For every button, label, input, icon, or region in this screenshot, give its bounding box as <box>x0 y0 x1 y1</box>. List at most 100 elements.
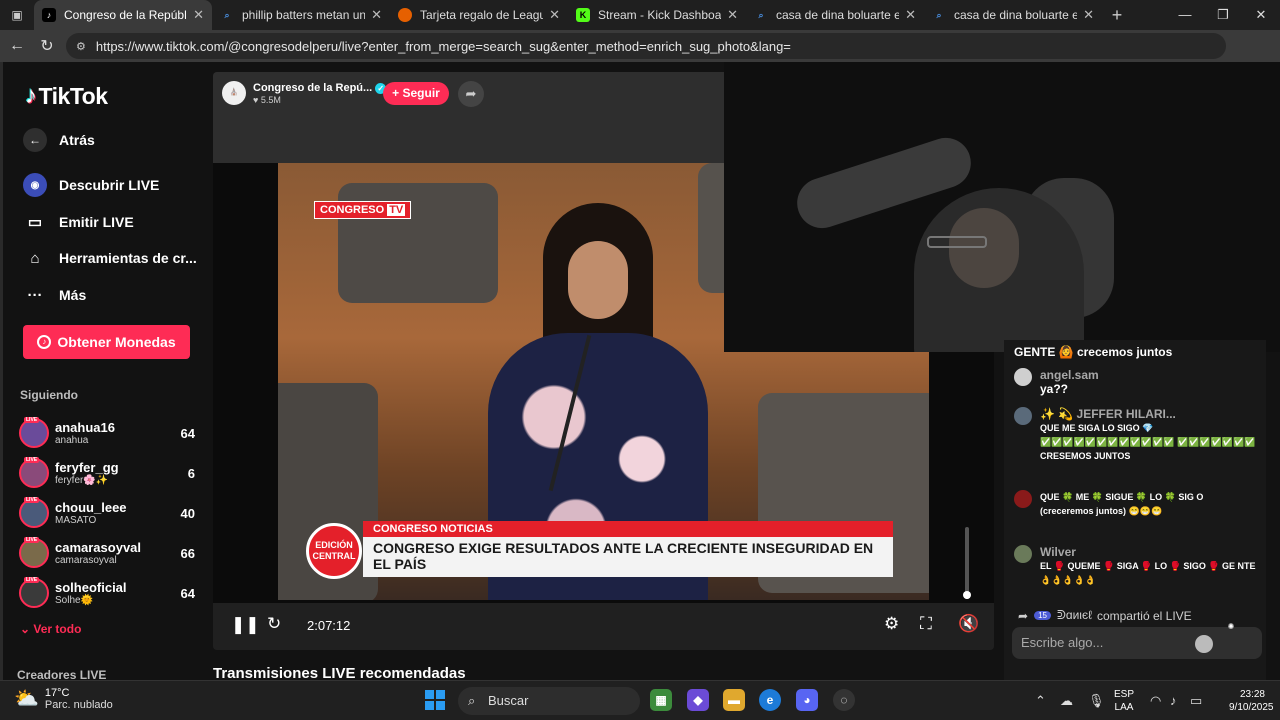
volume-handle[interactable] <box>963 591 971 599</box>
back-label: Atrás <box>59 132 95 148</box>
search-label: Buscar <box>488 693 529 708</box>
browser-toolbar: ← ↻ ⚙ https://www.tiktok.com/@congresode… <box>0 30 1280 62</box>
get-coins-button[interactable]: ♪ Obtener Monedas <box>23 325 190 359</box>
share-notice: ➦ 15 ᕲɑиιєℓ compartió el LIVE <box>1018 608 1192 623</box>
close-tab-icon[interactable]: ✕ <box>727 7 738 23</box>
gift-icon[interactable]: ✺ <box>1213 622 1249 650</box>
chat-user[interactable]: Wilver <box>1040 545 1256 559</box>
minecraft-icon[interactable]: ▦ <box>650 689 672 711</box>
clock-date: 9/10/2025 <box>1229 702 1274 713</box>
avatar[interactable] <box>1014 490 1032 508</box>
fullscreen-icon[interactable]: ⛶ <box>920 614 932 634</box>
minimize-icon[interactable]: — <box>1166 0 1204 30</box>
browser-tab[interactable]: ⌕ casa de dina boluarte en vivo ✕ <box>924 0 1102 30</box>
url-text: https://www.tiktok.com/@congresodelperu/… <box>95 38 791 54</box>
windows-taskbar: ⛅ 17°C Parc. nublado ⌕ Buscar ▦ ◆ ▬ e ◕ ◌ … <box>0 680 1280 720</box>
nav-creator-tools[interactable]: ⌂ Herramientas de cr... <box>23 246 197 270</box>
reload-icon[interactable]: ↻ <box>32 36 62 56</box>
microphone-icon[interactable]: 🎙 <box>1088 693 1105 709</box>
recommended-title: Transmisiones LIVE recomendadas <box>213 665 466 680</box>
see-all-link[interactable]: ⌄ Ver todo <box>20 622 81 636</box>
following-item[interactable]: LIVE feryfer_gg feryfer🌸✨ 6 <box>19 454 195 492</box>
tiktok-logo[interactable]: ♪ TikTok <box>25 82 108 110</box>
avatar: LIVE <box>19 577 49 608</box>
edge-icon[interactable]: e <box>759 689 781 711</box>
system-clock[interactable]: 23:28 9/10/2025 <box>1229 688 1274 714</box>
following-item[interactable]: LIVE camarasoyval camarasoyval 66 <box>19 534 195 572</box>
copilot-icon[interactable]: ◆ <box>687 689 709 711</box>
follow-button[interactable]: + Seguir <box>383 82 449 105</box>
taskbar-search[interactable]: ⌕ Buscar <box>458 687 640 715</box>
following-item[interactable]: LIVE anahua16 anahua 64 <box>19 414 195 452</box>
following-item[interactable]: LIVE solheoficial Solhe🌞 64 <box>19 574 195 612</box>
live-badge: LIVE <box>24 417 40 423</box>
back-button[interactable]: ← Atrás <box>23 128 95 152</box>
viewer-count: 66 <box>180 545 195 561</box>
browser-tab[interactable]: ♪ Congreso de la República (@ ✕ <box>34 0 212 30</box>
news-tag: CONGRESO NOTICIAS <box>363 521 893 537</box>
chat-message: angel.sam ya?? <box>1014 368 1256 397</box>
back-icon[interactable]: ← <box>2 37 32 55</box>
cloud-icon[interactable]: ☁ <box>1060 693 1073 709</box>
chat-message: QUE 🍀 ME 🍀 SIGUE 🍀 LO 🍀 SIG O (creceremo… <box>1014 490 1256 518</box>
edition-badge: EDICIÓN CENTRAL <box>306 523 362 579</box>
browser-tab[interactable]: Tarjeta regalo de League of L ✕ <box>390 0 568 30</box>
volume-slider[interactable] <box>965 527 969 599</box>
nav-go-live[interactable]: ▭ Emitir LIVE <box>23 210 134 234</box>
host-name[interactable]: Congreso de la Repú... ✓ <box>253 82 387 94</box>
tab-title: Congreso de la República (@ <box>64 8 187 22</box>
share-user[interactable]: ᕲɑиιєℓ <box>1057 608 1092 623</box>
close-tab-icon[interactable]: ✕ <box>905 7 916 23</box>
following-item[interactable]: LIVE chouu_leee MASATO 40 <box>19 494 195 532</box>
language-indicator[interactable]: ESP LAA <box>1114 688 1134 714</box>
close-tab-icon[interactable]: ✕ <box>549 7 560 23</box>
heart-icon: ♥ <box>253 95 261 105</box>
close-tab-icon[interactable]: ✕ <box>193 7 204 23</box>
chat-user[interactable]: ✨ 💫 JEFFER HILARI... <box>1040 407 1256 421</box>
battery-icon[interactable]: ▭ <box>1190 693 1202 709</box>
pause-icon[interactable]: ❚❚ <box>231 615 260 635</box>
congreso-tv-logo: CONGRESO TV <box>314 201 412 219</box>
speaker-icon[interactable]: ♪ <box>1170 693 1177 708</box>
browser-tab[interactable]: K Stream - Kick Dashboard ✕ <box>568 0 746 30</box>
host-avatar[interactable]: ⛪ <box>222 81 246 105</box>
new-tab-icon[interactable]: + <box>1102 5 1132 26</box>
settings-icon[interactable]: ⚙ <box>884 614 899 634</box>
refresh-icon[interactable]: ↻ <box>267 614 281 634</box>
browser-tabstrip: ▣ ♪ Congreso de la República (@ ✕ ⌕ phil… <box>0 0 1280 30</box>
maximize-icon[interactable]: ❐ <box>1204 0 1242 30</box>
chat-user[interactable]: angel.sam <box>1040 368 1256 382</box>
chat-message: GENTE 🙆 crecemos juntos <box>1014 345 1256 360</box>
address-bar[interactable]: ⚙ https://www.tiktok.com/@congresodelper… <box>66 33 1226 59</box>
app-icon[interactable]: ◌ <box>833 689 855 711</box>
chat-text: EL 🥊 QUEME 🥊 SIGA 🥊 LO 🥊 SIGO 🥊 GE NTE 👌… <box>1040 561 1256 585</box>
browser-tab[interactable]: ⌕ phillip batters metan un bal ✕ <box>212 0 390 30</box>
site-info-icon[interactable]: ⚙ <box>76 40 86 53</box>
windows-start-icon[interactable] <box>425 690 445 710</box>
weather-widget[interactable]: ⛅ 17°C Parc. nublado <box>14 686 113 711</box>
close-tab-icon[interactable]: ✕ <box>371 7 382 23</box>
browser-tab[interactable]: ⌕ casa de dina boluarte en vivo ✕ <box>746 0 924 30</box>
wifi-icon[interactable]: ◠ <box>1150 693 1161 709</box>
nav-discover-live[interactable]: ◉ Descubrir LIVE <box>23 173 159 197</box>
search-icon: ⌕ <box>224 9 230 20</box>
share-icon[interactable]: ➦ <box>458 81 484 107</box>
file-explorer-icon[interactable]: ▬ <box>723 689 745 711</box>
following-subtitle: Solhe🌞 <box>55 595 94 606</box>
nav-more[interactable]: ··· Más <box>23 283 87 307</box>
tab-actions-icon[interactable]: ▣ <box>0 0 34 30</box>
avatar[interactable] <box>1014 545 1032 563</box>
discord-icon[interactable]: ◕ <box>796 689 818 711</box>
close-window-icon[interactable]: ✕ <box>1242 0 1280 30</box>
chevron-up-icon[interactable]: ⌃ <box>1035 693 1046 709</box>
head-shape <box>949 208 1019 288</box>
emoji-icon[interactable] <box>1195 635 1213 653</box>
avatar: LIVE <box>19 417 49 448</box>
weather-desc: Parc. nublado <box>44 698 113 711</box>
mute-icon[interactable]: 🔇 <box>958 614 979 634</box>
nav-label: Herramientas de cr... <box>59 250 197 266</box>
avatar[interactable] <box>1014 407 1032 425</box>
avatar[interactable] <box>1014 368 1032 386</box>
close-tab-icon[interactable]: ✕ <box>1083 7 1094 23</box>
camera-overlay-window[interactable] <box>724 62 1280 352</box>
